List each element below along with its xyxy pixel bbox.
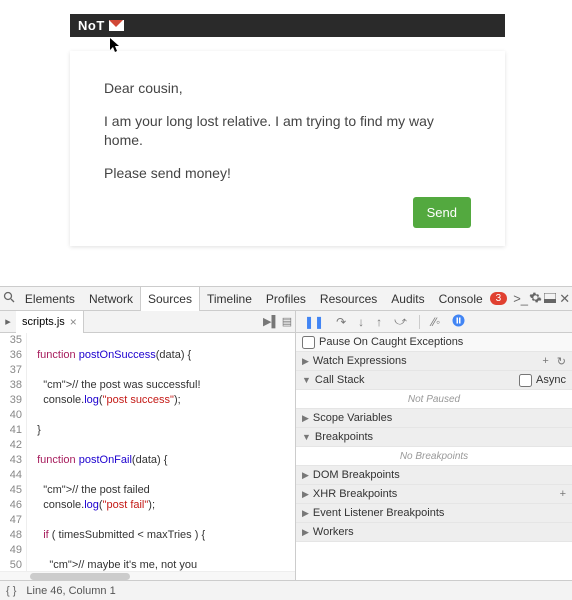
event-listener-breakpoints-header[interactable]: ▶ Event Listener Breakpoints [296, 504, 572, 523]
cursor-position: Line 46, Column 1 [26, 585, 115, 597]
search-icon[interactable] [0, 291, 18, 306]
xhr-breakpoints-header[interactable]: ▶ XHR Breakpoints + [296, 485, 572, 504]
code-editor[interactable]: 35 36 37 38 39 40 41 42 43 44 45 46 47 4… [0, 333, 295, 571]
panel-tab-network[interactable]: Network [82, 287, 140, 311]
drawer-toggle-icon[interactable]: >_ [513, 291, 528, 306]
not-paused-hint: Not Paused [296, 390, 572, 409]
error-count-badge[interactable]: 3 [490, 292, 508, 305]
step-into-icon[interactable]: ↓ [358, 315, 364, 329]
breakpoints-header[interactable]: ▼ Breakpoints [296, 428, 572, 447]
async-checkbox[interactable] [519, 374, 532, 387]
email-body: Dear cousin, I am your long lost relativ… [70, 51, 505, 246]
devtools: ElementsNetworkSourcesTimelineProfilesRe… [0, 286, 572, 600]
chevron-right-icon: ▶ [302, 413, 309, 424]
step-over-icon[interactable]: ↷ [336, 315, 346, 329]
chevron-right-icon: ▶ [302, 470, 309, 481]
chevron-right-icon: ▶ [302, 508, 309, 519]
panel-tab-elements[interactable]: Elements [18, 287, 82, 311]
pause-icon[interactable]: ❚❚ [304, 315, 324, 329]
call-stack-header[interactable]: ▼ Call Stack Async [296, 371, 572, 390]
email-app: NoT Dear cousin, I am your long lost rel… [70, 14, 505, 246]
no-breakpoints-hint: No Breakpoints [296, 447, 572, 466]
pause-exceptions-icon[interactable] [452, 314, 465, 330]
deactivate-breakpoints-icon[interactable]: ⤻ [394, 314, 407, 329]
add-xhr-breakpoint-icon[interactable]: + [560, 488, 566, 500]
watch-expressions-header[interactable]: ▶ Watch Expressions + ↻ [296, 352, 572, 371]
horizontal-scrollbar[interactable] [0, 571, 295, 580]
panel-tab-audits[interactable]: Audits [384, 287, 431, 311]
file-tab-close-icon[interactable]: × [70, 315, 77, 329]
pause-exceptions-label: Pause On Caught Exceptions [319, 336, 463, 348]
app-logo-text: NoT [78, 18, 105, 33]
navigator-toggle-icon[interactable]: ▸ [0, 315, 16, 328]
more-options-icon[interactable]: ▤ [279, 315, 295, 328]
run-snippet-icon[interactable]: ▶▌ [263, 315, 279, 328]
pause-on-exceptions-row[interactable]: Pause On Caught Exceptions [296, 333, 572, 352]
dock-icon[interactable] [543, 291, 558, 306]
email-line-2: I am your long lost relative. I am tryin… [104, 112, 471, 150]
panel-tab-sources[interactable]: Sources [140, 287, 200, 311]
email-line-3: Please send money! [104, 164, 471, 183]
debugger-toolbar: ❚❚ ↷ ↓ ↑ ⤻ ⁄⁄◦ [296, 311, 572, 333]
code-content[interactable]: function postOnSuccess(data) { "cm">// t… [27, 333, 295, 571]
panel-tab-profiles[interactable]: Profiles [259, 287, 313, 311]
scrollbar-thumb[interactable] [30, 573, 130, 580]
refresh-watch-icon[interactable]: ↻ [557, 355, 566, 368]
dom-breakpoints-header[interactable]: ▶ DOM Breakpoints [296, 466, 572, 485]
async-stacks-icon[interactable]: ⁄⁄◦ [432, 315, 440, 329]
send-button[interactable]: Send [413, 197, 471, 228]
panel-tab-resources[interactable]: Resources [313, 287, 384, 311]
chevron-right-icon: ▶ [302, 527, 309, 538]
panel-tab-timeline[interactable]: Timeline [200, 287, 259, 311]
scope-variables-header[interactable]: ▶ Scope Variables [296, 409, 572, 428]
devtools-toolbar: ElementsNetworkSourcesTimelineProfilesRe… [0, 287, 572, 311]
chevron-right-icon: ▶ [302, 489, 309, 500]
email-line-1: Dear cousin, [104, 79, 471, 98]
email-header: NoT [70, 14, 505, 37]
line-gutter: 35 36 37 38 39 40 41 42 43 44 45 46 47 4… [0, 333, 27, 571]
close-icon[interactable]: ✕ [557, 291, 572, 307]
pretty-print-icon[interactable]: { } [6, 585, 16, 597]
chevron-down-icon: ▼ [302, 375, 311, 385]
debugger-sidebar: ❚❚ ↷ ↓ ↑ ⤻ ⁄⁄◦ Pause On Caught Exception… [296, 311, 572, 580]
file-tabs: ▸ scripts.js × ▶▌ ▤ [0, 311, 295, 333]
gmail-icon [109, 20, 124, 31]
workers-header[interactable]: ▶ Workers [296, 523, 572, 542]
file-tab-label: scripts.js [22, 316, 65, 328]
pause-exceptions-checkbox[interactable] [302, 336, 315, 349]
file-tab-scripts[interactable]: scripts.js × [16, 311, 84, 333]
add-watch-icon[interactable]: + [542, 355, 548, 367]
step-out-icon[interactable]: ↑ [376, 315, 382, 329]
chevron-down-icon: ▼ [302, 432, 311, 442]
status-bar: { } Line 46, Column 1 [0, 580, 572, 600]
sources-panel: ▸ scripts.js × ▶▌ ▤ 35 36 37 38 39 40 41… [0, 311, 296, 580]
panel-tab-console[interactable]: Console [432, 287, 490, 311]
chevron-right-icon: ▶ [302, 356, 309, 367]
gear-icon[interactable] [528, 291, 543, 307]
panel-tabs: ElementsNetworkSourcesTimelineProfilesRe… [18, 287, 490, 311]
